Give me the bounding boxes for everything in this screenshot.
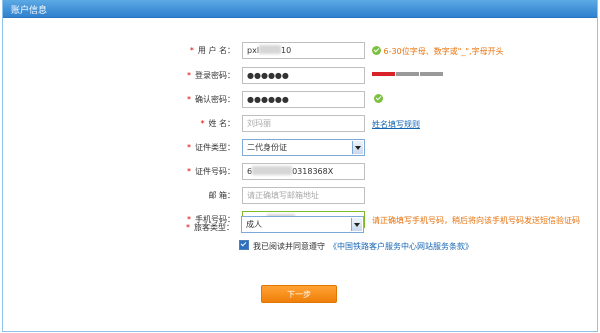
strength-bar-1: [372, 72, 395, 76]
password-label: * 登录密码：: [187, 71, 235, 80]
email-input[interactable]: 请正确填写邮箱地址: [242, 187, 365, 204]
strength-bar-2: [396, 72, 419, 76]
username-hint: 6-30位字母、数字或"_",字母开头: [372, 46, 504, 57]
confirm-password-label: * 确认密码：: [187, 95, 235, 104]
panel-titlebar: 账户信息: [3, 0, 597, 18]
confirm-check-icon: [374, 94, 383, 104]
id-type-select[interactable]: 二代身份证: [242, 139, 365, 156]
email-label: 邮 箱：: [208, 191, 235, 200]
name-rules-link[interactable]: 姓名填写规则: [372, 119, 420, 130]
id-number-input[interactable]: 6 0318368X: [242, 163, 365, 180]
confirm-password-input[interactable]: ●●●●●●: [242, 91, 365, 108]
passenger-type-label: * 旅客类型：: [186, 223, 234, 232]
agreement-row: 我已阅读并同意遵守 《中国铁路客户服务中心网站服务条款》: [239, 240, 473, 252]
username-label: * 用 户 名：: [189, 46, 235, 55]
account-info-panel: 账户信息 * 用 户 名： pxl 10 6-30位字母、数字或"_",字母开头 *…: [2, 0, 598, 332]
chevron-down-icon: [352, 141, 363, 154]
panel-title: 账户信息: [11, 6, 48, 16]
username-input[interactable]: pxl 10: [242, 42, 365, 59]
password-strength-meter: [372, 72, 444, 76]
next-step-button[interactable]: 下一步: [261, 285, 337, 303]
passenger-type-select[interactable]: 成人: [241, 216, 364, 233]
id-type-label: * 证件类型：: [187, 143, 235, 152]
name-label: * 姓 名：: [200, 119, 235, 128]
terms-link[interactable]: 《中国铁路客户服务中心网站服务条款》: [329, 242, 473, 251]
check-icon: [372, 46, 381, 55]
strength-bar-3: [420, 72, 443, 76]
phone-hint: 请正确填写手机号码，稍后将向该手机号码发送短信验证码: [372, 216, 580, 225]
chevron-down-icon: [351, 218, 362, 231]
id-number-label: * 证件号码：: [187, 167, 235, 176]
agree-text: 我已阅读并同意遵守: [253, 242, 325, 251]
password-input[interactable]: ●●●●●●: [242, 67, 365, 84]
agree-checkbox[interactable]: [239, 240, 249, 250]
name-input[interactable]: 刘玛丽: [242, 115, 365, 132]
